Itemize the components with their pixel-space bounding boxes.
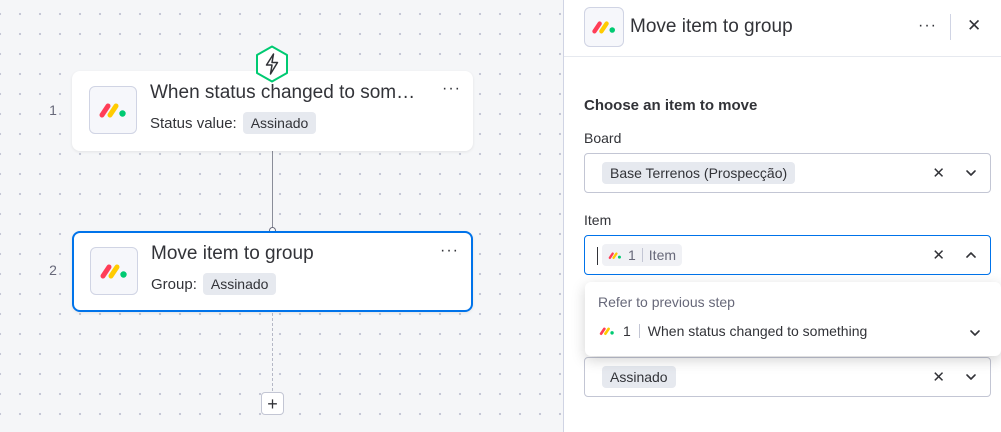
panel-header: Move item to group ··· ✕ <box>564 0 1001 57</box>
lightning-icon <box>256 45 288 83</box>
item-value-text: Item <box>648 247 677 263</box>
board-value-chip: Base Terrenos (Prospecção) <box>602 162 796 184</box>
trigger-more-icon[interactable]: ··· <box>442 81 461 97</box>
item-label: Item <box>584 212 612 228</box>
option-step-number: 1 <box>623 323 631 339</box>
header-divider <box>950 14 951 40</box>
item-step-ref: 1 <box>628 247 636 263</box>
item-clear-icon[interactable]: ✕ <box>932 246 945 264</box>
item-dropdown-menu: Refer to previous step 1 When status cha… <box>585 282 1001 356</box>
chip-separator <box>641 248 643 262</box>
panel-more-icon[interactable]: ··· <box>918 17 937 35</box>
action-step-detail: Group: Assinado <box>151 273 277 295</box>
group-label: Group: <box>151 275 197 293</box>
status-value-label: Status value: <box>150 114 237 132</box>
section-title: Choose an item to move <box>584 97 758 114</box>
trigger-step-detail: Status value: Assinado <box>150 112 317 134</box>
monday-logo-icon <box>89 86 137 134</box>
chevron-down-icon[interactable] <box>965 372 977 382</box>
connector-dashed-line <box>272 313 273 391</box>
plus-icon: + <box>267 393 278 414</box>
connector-line <box>272 150 273 230</box>
text-cursor <box>597 247 598 265</box>
monday-logo-icon <box>584 7 624 47</box>
trigger-step-card[interactable]: When status changed to som… Status value… <box>72 71 473 151</box>
action-step-card[interactable]: Move item to group Group: Assinado ··· <box>72 231 473 312</box>
action-step-title: Move item to group <box>151 243 314 264</box>
add-step-button[interactable]: + <box>261 392 284 415</box>
dropdown-option-step-1[interactable]: 1 When status changed to something <box>599 323 867 339</box>
trigger-step-title: When status changed to som… <box>150 82 416 103</box>
step-number-1: 1 <box>49 102 57 118</box>
item-value-chip: 1 Item <box>602 244 683 266</box>
status-value-chip: Assinado <box>242 112 317 134</box>
action-more-icon[interactable]: ··· <box>440 243 459 259</box>
group-value-chip: Assinado <box>202 273 277 295</box>
dropdown-caption: Refer to previous step <box>598 294 735 310</box>
panel-title: Move item to group <box>630 16 793 37</box>
chevron-up-icon[interactable] <box>965 250 977 260</box>
automation-canvas: 1 2 When status changed to som… Status v… <box>0 0 563 432</box>
group-clear-icon[interactable]: ✕ <box>932 368 945 386</box>
option-separator <box>638 324 640 338</box>
chevron-down-icon[interactable] <box>965 168 977 178</box>
board-select[interactable]: Base Terrenos (Prospecção) ✕ <box>584 153 991 193</box>
group-select[interactable]: Assinado ✕ <box>584 357 991 397</box>
chevron-down-icon[interactable] <box>969 328 981 338</box>
board-label: Board <box>584 130 622 146</box>
group-value-chip: Assinado <box>602 366 676 388</box>
monday-logo-icon <box>608 251 621 259</box>
step-number-2: 2 <box>49 262 57 278</box>
item-select[interactable]: 1 Item ✕ <box>584 235 991 275</box>
option-label: When status changed to something <box>647 323 868 339</box>
board-clear-icon[interactable]: ✕ <box>932 164 945 182</box>
step-settings-panel: Move item to group ··· ✕ Choose an item … <box>563 0 1001 432</box>
close-icon[interactable]: ✕ <box>967 16 981 36</box>
monday-logo-icon <box>599 327 614 335</box>
monday-logo-icon <box>90 247 138 295</box>
